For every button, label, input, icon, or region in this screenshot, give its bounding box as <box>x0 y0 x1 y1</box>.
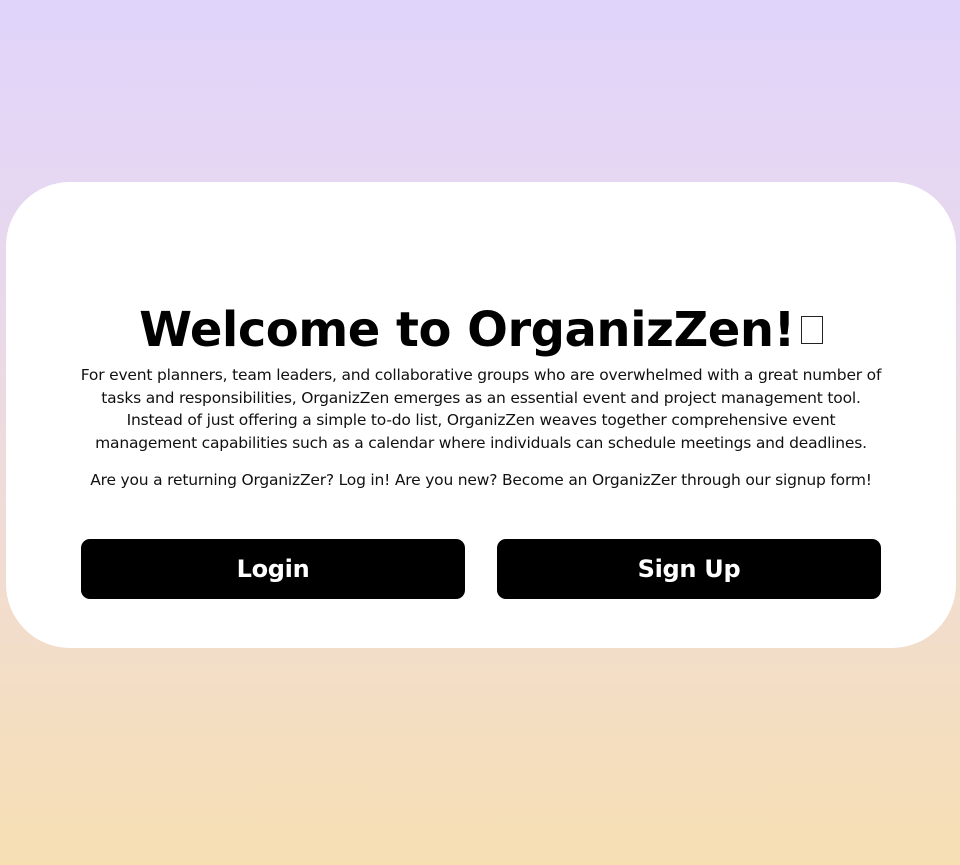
signup-button[interactable]: Sign Up <box>497 539 881 599</box>
app-description: For event planners, team leaders, and co… <box>80 366 882 452</box>
page-title-text: Welcome to OrganizZen! <box>139 302 795 359</box>
login-button[interactable]: Login <box>81 539 465 599</box>
welcome-card: Welcome to OrganizZen! For event planner… <box>6 182 956 648</box>
missing-glyph-box-icon <box>800 316 823 345</box>
page-title: Welcome to OrganizZen! <box>6 300 956 360</box>
login-signup-prompt: Are you a returning OrganizZer? Log in! … <box>90 471 872 489</box>
